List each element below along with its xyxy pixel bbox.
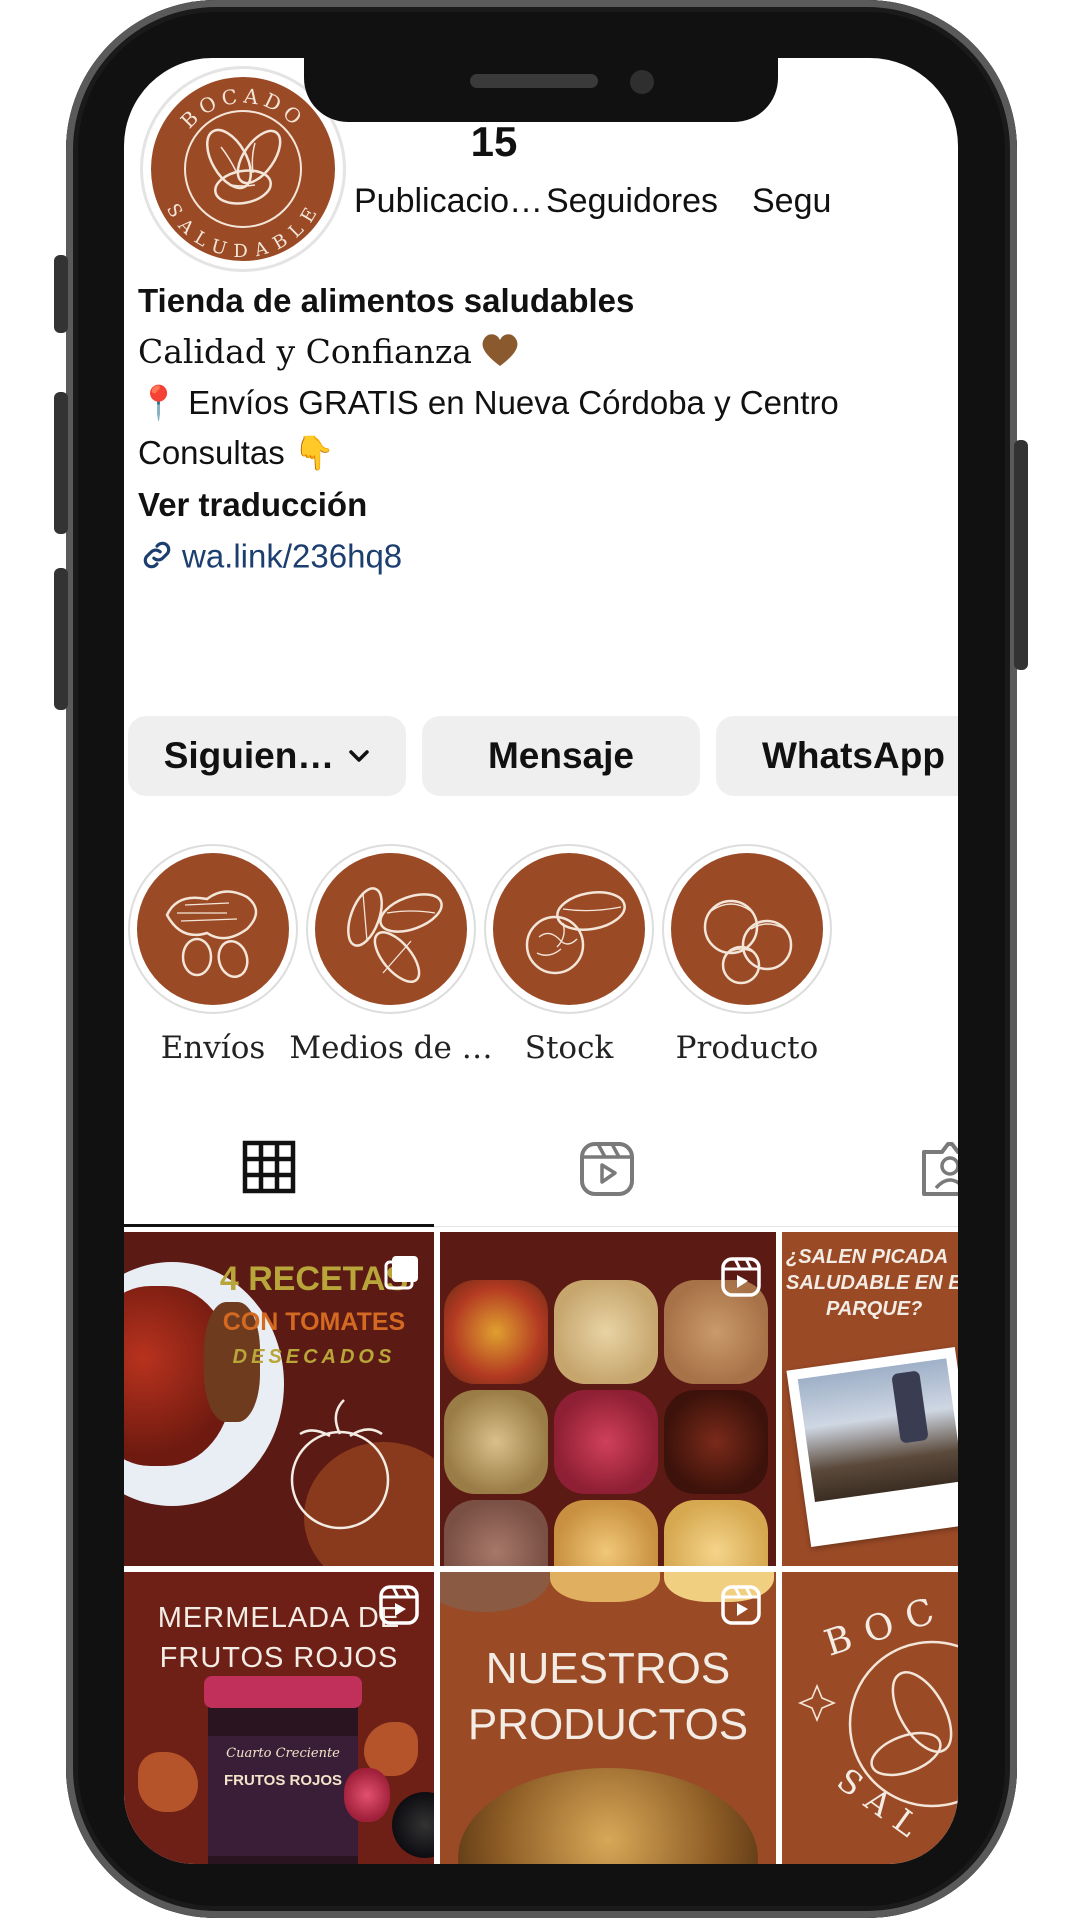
posts-count[interactable]: 15 (444, 118, 544, 166)
whatsapp-button[interactable]: WhatsApp (716, 716, 958, 796)
link-icon (138, 536, 176, 582)
reel-badge-icon (721, 1585, 761, 1625)
product-tile-almonds (444, 1390, 548, 1494)
following-button[interactable]: Siguien… (128, 716, 406, 796)
peanuts-image (550, 1572, 660, 1602)
almond-logo-icon: BOCADO SALUDABLE (162, 83, 324, 261)
phone-notch (304, 44, 778, 122)
svg-text:BOCADO: BOCADO (176, 83, 310, 133)
speaker-grille (470, 74, 598, 88)
reel-badge-icon (379, 1585, 419, 1625)
walnut-icon (525, 891, 626, 975)
brown-heart-icon (480, 332, 520, 376)
tab-posts-grid[interactable] (242, 1140, 298, 1196)
polaroid-photo (786, 1347, 958, 1547)
phone-power-button (1014, 440, 1028, 670)
bio-tagline: Calidad y Confianza (138, 332, 520, 376)
reel-badge-icon (721, 1257, 761, 1297)
post-logo[interactable]: BOC SAL (782, 1572, 958, 1864)
highlight-label: Producto (675, 1030, 819, 1066)
product-tile-peanuts (554, 1500, 658, 1566)
jar-brand: Cuarto Creciente (226, 1746, 340, 1761)
jar-lid (204, 1676, 362, 1708)
product-tile-gummies (444, 1280, 548, 1384)
tagged-icon (922, 1142, 958, 1196)
highlight-stock-cover (493, 853, 645, 1005)
see-translation-link[interactable]: Ver traducción (138, 486, 367, 524)
message-button[interactable]: Mensaje (422, 716, 700, 796)
bio-link-text: wa.link/236hq8 (182, 537, 403, 575)
blackberry-image (392, 1792, 434, 1858)
tab-tagged[interactable] (920, 1140, 958, 1198)
highlight-medios[interactable] (306, 844, 476, 1014)
reels-icon (580, 1142, 634, 1196)
lentils-bowl-image (440, 1572, 550, 1612)
grid-icon (242, 1140, 296, 1194)
highlight-medios-cover (315, 853, 467, 1005)
hazelnut-icon (703, 899, 793, 985)
following-button-label: Siguien… (163, 735, 335, 776)
highlight-envios[interactable] (128, 844, 298, 1014)
jar-label: Cuarto Creciente FRUTOS ROJOS (208, 1736, 358, 1856)
instagram-profile-screen: BOCADO SALUDABLE 15 Publicacio… Seguidor… (124, 58, 958, 1864)
splash-shape (138, 1752, 198, 1812)
post-title-line: CON TOMATES (222, 1308, 406, 1336)
product-tile-dates (664, 1390, 768, 1494)
peanut-icon (165, 890, 258, 979)
bio-contact: Consultas 👇 (138, 434, 336, 471)
phone-mute-button (54, 255, 68, 333)
post-title-line: NUESTROS (485, 1644, 731, 1693)
front-camera (630, 70, 654, 94)
highlight-producto-cover (671, 853, 823, 1005)
post-nuestros-productos[interactable]: NUESTROS PRODUCTOS (440, 1572, 776, 1864)
post-recetas-tomates[interactable]: 4 RECETAS CON TOMATES DESECADOS (124, 1232, 434, 1566)
tomato-sketch-icon (290, 1399, 390, 1530)
bio-shipping: 📍 Envíos GRATIS en Nueva Córdoba y Centr… (138, 384, 839, 421)
highlight-envios-cover (137, 853, 289, 1005)
post-title-line: SALUDABLE EN EL (786, 1272, 958, 1294)
phone-volume-up-button (54, 392, 68, 534)
product-tile-banana-chips (664, 1500, 768, 1566)
svg-text:SALUDABLE: SALUDABLE (162, 200, 324, 261)
post-picada-parque[interactable]: ¿SALEN PICADA SALUDABLE EN EL PARQUE? (782, 1232, 958, 1566)
tab-reels[interactable] (578, 1140, 636, 1198)
active-tab-indicator (124, 1224, 434, 1227)
post-title-line: DESECADOS (232, 1346, 396, 1368)
post-title-line: FRUTOS ROJOS (159, 1642, 399, 1674)
post-products-mosaic[interactable] (440, 1232, 776, 1566)
mixed-nuts-image (458, 1768, 758, 1864)
avatar-logo: BOCADO SALUDABLE (151, 77, 335, 261)
posts-label[interactable]: Publicacio… (354, 182, 543, 221)
following-label[interactable]: Segu (752, 182, 831, 221)
jam-jar-image: Cuarto Creciente FRUTOS ROJOS (204, 1676, 362, 1864)
post-title-line: ¿SALEN PICADA (786, 1246, 949, 1268)
post-title-line: PARQUE? (826, 1298, 923, 1320)
bio-tagline-text: Calidad y Confianza (138, 332, 472, 371)
followers-label[interactable]: Seguidores (546, 182, 718, 221)
carousel-icon (384, 1256, 418, 1290)
product-tile-cranberries (554, 1390, 658, 1494)
bio-link[interactable]: wa.link/236hq8 (138, 536, 402, 582)
highlight-stock[interactable] (484, 844, 654, 1014)
post-mermelada[interactable]: MERMELADA DE FRUTOS ROJOS Cuarto Crecien… (124, 1572, 434, 1864)
profile-category: Tienda de alimentos saludables (138, 282, 635, 319)
raspberry-image (344, 1768, 390, 1822)
jar-title: FRUTOS ROJOS (223, 1772, 343, 1789)
highlight-producto[interactable] (662, 844, 832, 1014)
picnic-photo-image (797, 1358, 958, 1502)
product-tile-chickpeas (554, 1280, 658, 1384)
almond-icon (347, 887, 443, 983)
product-tile-lentils (444, 1500, 548, 1566)
post-title-line: PRODUCTOS (467, 1700, 749, 1749)
phone-volume-down-button (54, 568, 68, 710)
chevron-down-icon (348, 749, 370, 763)
